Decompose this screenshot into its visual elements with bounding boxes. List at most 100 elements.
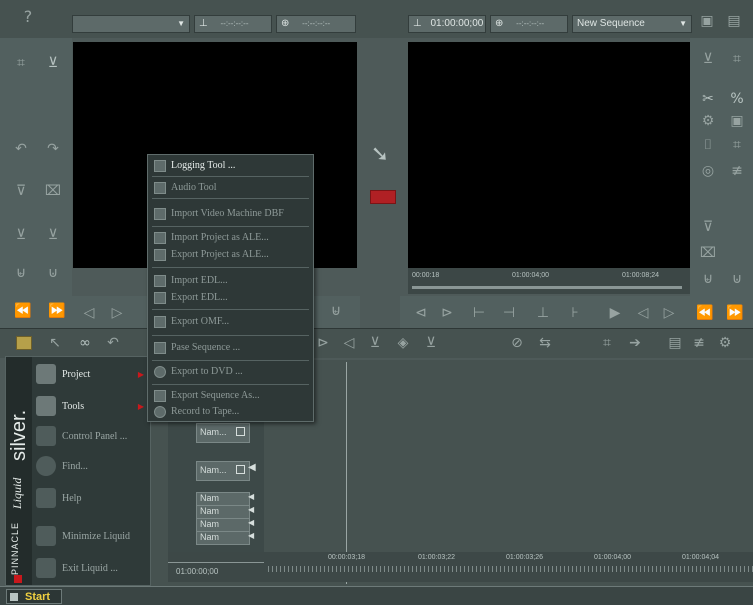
menu-item-export-edl[interactable]: Export EDL... [152,289,309,307]
play-icon[interactable]: ▷ [108,302,126,324]
speaker-icon[interactable]: ◀ [248,518,254,527]
rewind-icon[interactable]: ⏪ [694,302,716,324]
menu-item-export-ale[interactable]: Export Project as ALE... [152,246,309,264]
record-scrub-bar[interactable]: 00:00:18 01:00:04;00 01:00:08;24 [408,268,690,294]
razor-icon[interactable]: ✂ [697,88,719,110]
trim-right-icon[interactable]: ⊦ [566,302,584,324]
speaker-icon[interactable]: ◀ [248,492,254,501]
grid-icon[interactable]: ⌗ [726,134,748,156]
speaker-icon[interactable]: ◀ [248,531,254,540]
start-item-find[interactable]: Find... [36,453,144,481]
start-item-minimize[interactable]: Minimize Liquid [36,523,144,551]
go-to-in-icon[interactable]: ⊢ [470,302,488,324]
sequence-select[interactable]: New Sequence ▼ [572,15,692,33]
splice-icon[interactable]: ⊽ [697,216,719,238]
play-icon[interactable]: ▶ [606,302,624,324]
trim-left-icon[interactable]: ⊥ [534,302,552,324]
window-icon[interactable]: ▤ [724,10,744,32]
gear-icon[interactable]: ⚙ [716,332,734,354]
mixer-icon[interactable]: ≢ [690,332,708,354]
menu-item-export-dvd[interactable]: Export to DVD ... [152,363,309,381]
track-row[interactable]: Nam ◀ [196,492,262,506]
overwrite-icon[interactable]: ⌧ [697,242,719,264]
record-monitor[interactable] [408,42,690,268]
step-forward-icon[interactable]: ▷ [660,302,678,324]
help-button[interactable]: ? [18,6,38,28]
audio-out-icon[interactable]: ⊌ [10,262,32,284]
undo-icon[interactable]: ↶ [102,332,124,354]
timeline-ruler[interactable]: 01:00:00;00 00:00:03;18 01:00:03;22 01:0… [168,552,753,582]
start-item-exit[interactable]: Exit Liquid ... [36,555,144,583]
link-icon[interactable]: ⊘ [508,332,526,354]
pointer-icon[interactable]: ↖ [44,332,66,354]
go-to-out-icon[interactable]: ⊣ [500,302,518,324]
track-row[interactable]: Nam... ◀ [196,461,262,481]
track-row[interactable]: Nam... [196,423,262,443]
source-mark-in-field[interactable]: ⊥ --:--:--:-- [194,15,272,33]
audio-in-icon[interactable]: ⊍ [726,268,748,290]
link-icon[interactable]: ∞ [74,332,96,354]
record-timecode-field[interactable]: ⊥ 01:00:00;00 [408,15,486,33]
film-icon[interactable]: ▤ [666,332,684,354]
source-clip-select[interactable]: ▼ [72,15,190,33]
start-item-tools[interactable]: Tools ▶ [36,393,144,421]
menu-item-import-ale[interactable]: Import Project as ALE... [152,229,309,247]
start-item-control-panel[interactable]: Control Panel ... [36,423,144,451]
undo-icon[interactable]: ↶ [10,138,32,160]
speaker-icon[interactable]: ◀ [248,505,254,514]
menu-item-export-omf[interactable]: Export OMF... [152,313,309,331]
gear-icon[interactable]: ⚙ [697,110,719,132]
extract-icon[interactable]: ⊻ [42,224,64,246]
menu-item-record-to-tape[interactable]: Record to Tape... [152,403,309,421]
audio-out-icon[interactable]: ⊌ [697,268,719,290]
menu-item-import-edl[interactable]: Import EDL... [152,272,309,290]
grid-icon[interactable]: ⌗ [598,332,616,354]
step-back-icon[interactable]: ◁ [340,332,358,354]
start-button[interactable]: Start [6,589,62,604]
menu-item-import-vm-dbf[interactable]: Import Video Machine DBF [152,205,309,223]
lift-icon[interactable]: ⊻ [366,332,384,354]
step-back-icon[interactable]: ◁ [80,302,98,324]
extract-icon[interactable]: ◈ [394,332,412,354]
redo-icon[interactable]: ↷ [42,138,64,160]
start-item-project[interactable]: Project ▶ [36,361,144,389]
monitor-icon[interactable] [236,465,245,474]
monitor-icon[interactable] [236,427,245,436]
record-icon[interactable] [370,190,396,204]
lift-icon[interactable]: ⊻ [10,224,32,246]
mark-clip-icon[interactable]: ⊻ [697,48,719,70]
sync-icon[interactable]: ⇆ [536,332,554,354]
match-frame-icon[interactable]: ⌗ [726,48,748,70]
track-row[interactable]: Nam ◀ [196,518,262,532]
effects-icon[interactable]: ◎ [697,160,719,182]
mixer-icon[interactable]: ≢ [726,160,748,182]
speaker-icon[interactable]: ◀ [248,462,256,473]
trim-icon[interactable]: ⌷ [697,134,719,156]
percent-icon[interactable]: % [726,88,748,110]
splice-icon[interactable]: ⊻ [422,332,440,354]
track-row[interactable]: Nam ◀ [196,505,262,519]
record-duration-field[interactable]: ⊕ --:--:--:-- [490,15,568,33]
mark-icon[interactable]: ⊌ [325,300,347,322]
menu-item-audio-tool[interactable]: Audio Tool [152,179,309,197]
image-icon[interactable]: ▣ [726,110,748,132]
rewind-icon[interactable]: ⏪ [12,300,34,322]
camera-icon[interactable]: ▣ [697,10,717,32]
step-back-icon[interactable]: ◁ [634,302,652,324]
match-frame-icon[interactable]: ⌗ [10,52,32,74]
overwrite-icon[interactable]: ⌧ [42,180,64,202]
menu-item-logging-tool[interactable]: Logging Tool ... [152,157,309,175]
start-item-help[interactable]: Help [36,485,144,513]
go-to-out-icon[interactable]: ⊳ [314,332,332,354]
source-mark-out-field[interactable]: ⊕ --:--:--:-- [276,15,356,33]
mark-clip-icon[interactable]: ⊻ [42,52,64,74]
fast-forward-icon[interactable]: ⏩ [46,300,68,322]
fast-forward-icon[interactable]: ⏩ [724,302,746,324]
mark-out-icon[interactable]: ⊳ [438,302,456,324]
arrow-icon[interactable]: ➔ [626,332,644,354]
folder-icon[interactable] [16,336,32,350]
menu-item-pase-sequence[interactable]: Pase Sequence ... [152,339,309,357]
mark-in-icon[interactable]: ⊲ [412,302,430,324]
audio-in-icon[interactable]: ⊍ [42,262,64,284]
track-row[interactable]: Nam ◀ [196,531,262,545]
